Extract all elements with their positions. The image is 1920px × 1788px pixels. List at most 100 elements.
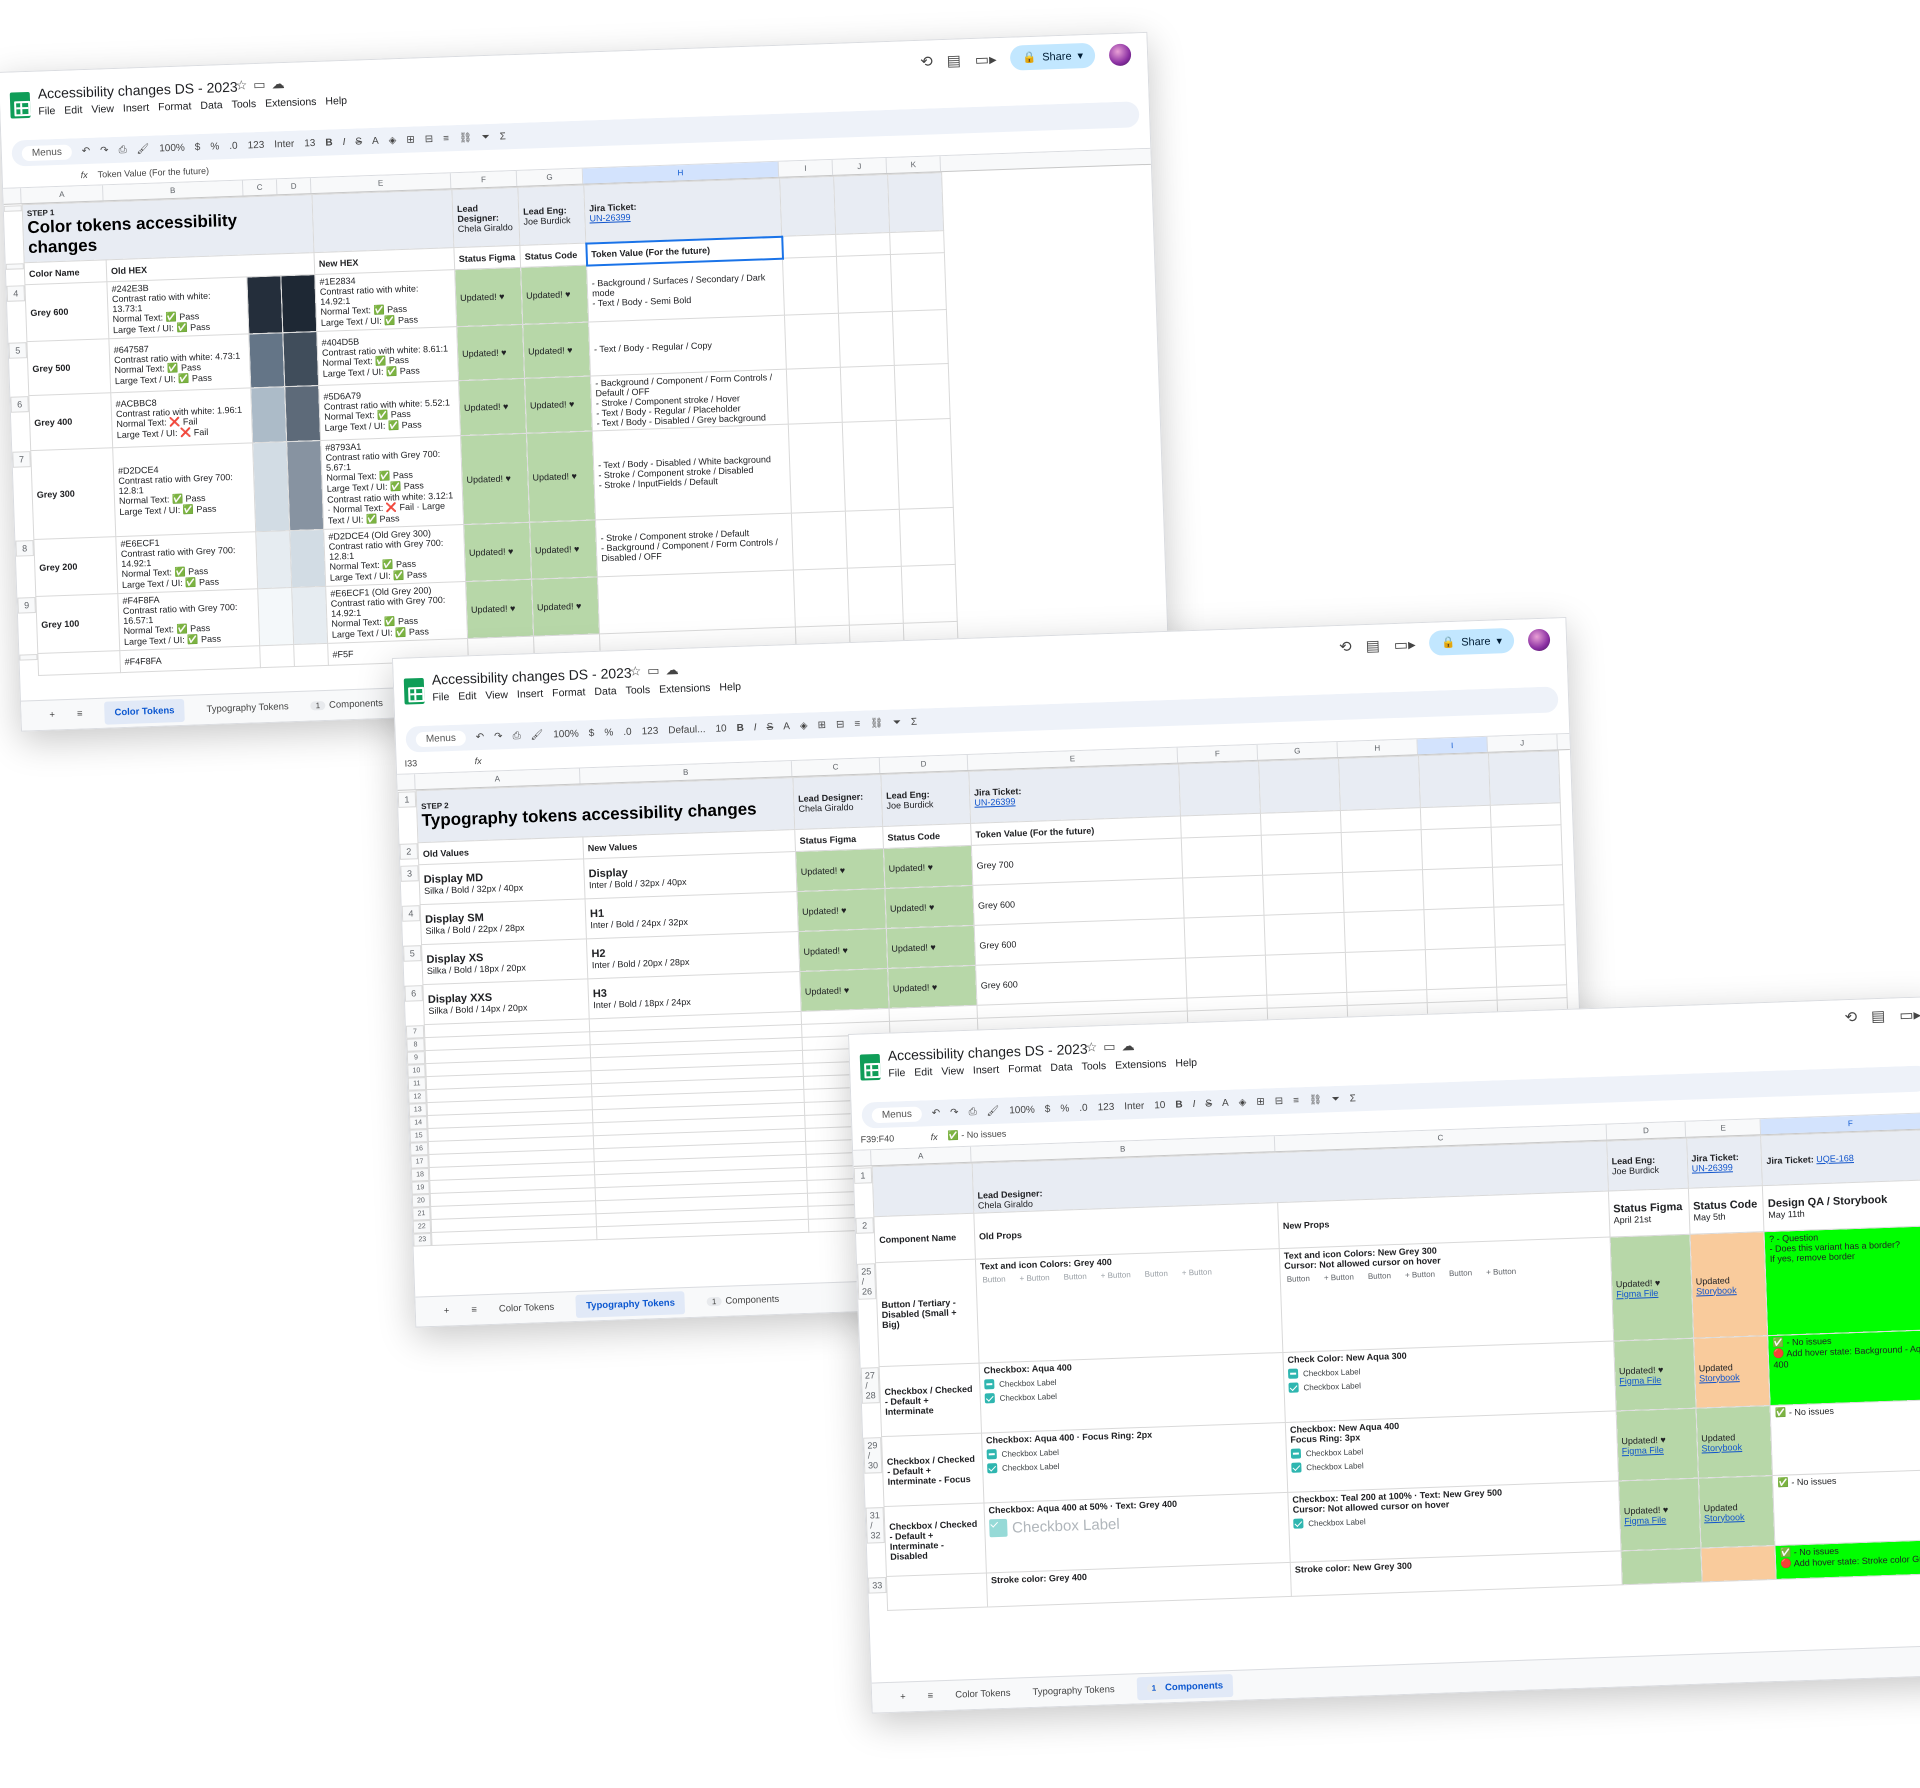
menu-view[interactable]: View <box>485 689 508 702</box>
row-number[interactable]: 17 <box>410 1154 429 1169</box>
column-header-c[interactable]: C <box>791 758 881 777</box>
status-figma-cell[interactable]: Updated! ♥ <box>799 968 890 1012</box>
figma-file-link[interactable]: Figma File <box>1624 1513 1695 1525</box>
percent-button[interactable]: % <box>1060 1103 1069 1114</box>
cell-i2[interactable] <box>781 234 837 259</box>
italic-icon[interactable]: I <box>1192 1098 1195 1109</box>
all-sheets-icon[interactable]: ≡ <box>928 1690 934 1701</box>
menu-format[interactable]: Format <box>1008 1062 1042 1075</box>
empty-cell[interactable] <box>1341 829 1423 873</box>
column-header-f[interactable]: F <box>450 170 518 189</box>
old-value-cell[interactable]: Display XS Silka / Bold / 18px / 20px <box>421 938 588 985</box>
corner-cell[interactable] <box>853 1150 872 1166</box>
cell-i1[interactable] <box>779 176 836 237</box>
column-header-h[interactable]: H <box>1337 739 1418 758</box>
zoom-select[interactable]: 100% <box>553 728 579 740</box>
status-code-cell[interactable]: Updated! ♥ <box>522 322 591 379</box>
avatar[interactable] <box>1108 42 1132 66</box>
storybook-link[interactable]: Storybook <box>1696 1284 1762 1296</box>
status-code-cell[interactable]: Updated! ♥ <box>526 430 596 523</box>
font-size-input[interactable]: 10 <box>715 723 727 734</box>
empty-cell[interactable] <box>788 422 846 514</box>
menu-file[interactable]: File <box>432 691 449 704</box>
status-code-cell[interactable]: Updated! ♥ <box>884 885 975 929</box>
italic-icon[interactable]: I <box>342 136 345 147</box>
new-color-swatch[interactable] <box>291 586 328 645</box>
empty-cell[interactable] <box>786 367 843 425</box>
column-header-d[interactable]: D <box>879 754 969 774</box>
column-header-g[interactable]: G <box>516 168 584 186</box>
cell-f2[interactable] <box>1180 813 1262 839</box>
empty-cell[interactable] <box>845 509 902 569</box>
design-qa-cell[interactable]: ✅ - No issues 🔴 Add hover state: Backgrou… <box>1768 1329 1920 1406</box>
undo-icon[interactable]: ↶ <box>82 145 91 156</box>
percent-button[interactable]: % <box>604 727 613 738</box>
menu-tools[interactable]: Tools <box>1081 1060 1106 1073</box>
zoom-select[interactable]: 100% <box>1009 1104 1035 1116</box>
old-hex-cell[interactable]: #242E3B Contrast ratio with white: 13.73:… <box>106 276 249 339</box>
token-value-cell[interactable]: - Text / Body - Disabled / White backgro… <box>592 424 792 520</box>
row-number[interactable]: 22 <box>412 1219 432 1234</box>
new-props-cell[interactable]: Checkbox: New Aqua 400 Focus Ring: 3px Che… <box>1285 1410 1619 1493</box>
cell-e1[interactable] <box>311 189 454 253</box>
document-title[interactable]: Accessibility changes DS - 2023 <box>37 79 237 102</box>
history-icon[interactable]: ⟲ <box>920 52 933 70</box>
status-figma-cell[interactable]: Updated! ♥ Figma File <box>1613 1338 1696 1411</box>
font-select[interactable]: Defaul... <box>668 724 706 736</box>
component-name-cell[interactable]: Button / Tertiary - Disabled (Small + Bi… <box>875 1259 979 1367</box>
design-qa-cell[interactable]: ? - Question - Does this variant has a bo… <box>1764 1225 1920 1336</box>
menu-data[interactable]: Data <box>200 99 223 112</box>
menu-file[interactable]: File <box>38 105 55 118</box>
new-props-cell[interactable]: Check Color: New Aqua 300 Checkbox Label C… <box>1282 1340 1616 1423</box>
cell-g2[interactable] <box>1260 810 1342 836</box>
star-icon[interactable]: ☆ <box>235 77 253 93</box>
row-number[interactable]: 2 <box>855 1216 874 1234</box>
row-number[interactable] <box>3 204 22 212</box>
cell-i1[interactable] <box>1418 753 1491 808</box>
old-color-swatch[interactable] <box>246 275 283 334</box>
header-color-name[interactable]: Color Name <box>24 259 107 285</box>
text-color-icon[interactable]: A <box>1222 1097 1229 1108</box>
menu-file[interactable]: File <box>888 1067 905 1080</box>
color-name-cell[interactable]: Grey 200 <box>33 536 118 597</box>
bold-icon[interactable]: B <box>1175 1099 1183 1110</box>
empty-cell[interactable] <box>1345 949 1427 993</box>
design-qa-cell[interactable]: ✅ - No issues <box>1770 1399 1920 1476</box>
row-number[interactable]: 1 <box>853 1166 873 1184</box>
row-number[interactable] <box>5 262 24 270</box>
filter-icon[interactable]: ⏷ <box>481 131 489 142</box>
print-icon[interactable]: ⎙ <box>118 144 126 155</box>
row-number[interactable]: 13 <box>408 1102 427 1117</box>
jira-qa-link[interactable]: UQE-168 <box>1816 1152 1854 1163</box>
bold-icon[interactable]: B <box>736 722 744 733</box>
status-code-cell[interactable]: Updated Storybook <box>1695 1405 1773 1479</box>
status-figma-cell[interactable]: Updated! ♥ Figma File <box>1618 1478 1701 1551</box>
jira-cell[interactable]: Jira Ticket: UN-26399 <box>583 178 782 244</box>
old-hex-cell[interactable]: #F4F8FA Contrast ratio with Grey 700: 16.… <box>117 588 260 651</box>
empty-cell[interactable] <box>1264 912 1346 956</box>
column-header-k[interactable]: K <box>886 156 942 174</box>
lead-designer-cell[interactable]: Lead Designer: Chela Giraldo <box>451 187 520 248</box>
status-code-cell[interactable]: Updated! ♥ <box>531 576 600 637</box>
menu-edit[interactable]: Edit <box>914 1066 933 1079</box>
component-name-cell[interactable]: Checkbox / Checked - Default + Intermina… <box>881 1433 984 1507</box>
row-number[interactable]: 29 / 30 <box>863 1436 883 1474</box>
empty-cell[interactable] <box>293 643 329 667</box>
menu-extensions[interactable]: Extensions <box>659 682 711 696</box>
empty-cell[interactable] <box>1342 869 1424 913</box>
row-number[interactable]: 19 <box>411 1180 430 1195</box>
column-header-j[interactable]: J <box>1487 734 1558 752</box>
row-number[interactable]: 31 / 32 <box>865 1506 885 1544</box>
avatar[interactable] <box>1527 628 1551 651</box>
row-number[interactable]: 6 <box>404 984 423 1002</box>
header-status-figma-cell[interactable]: Status Figma April 21st <box>1608 1188 1690 1238</box>
empty-cell[interactable] <box>1185 955 1267 998</box>
all-sheets-icon[interactable]: ≡ <box>77 708 83 719</box>
row-number[interactable]: 18 <box>410 1167 430 1182</box>
token-value-cell[interactable]: - Background / Component / Form Controls… <box>590 369 789 431</box>
column-header-j[interactable]: J <box>832 158 888 175</box>
borders-icon[interactable]: ⊞ <box>1256 1096 1265 1107</box>
redo-icon[interactable]: ↷ <box>494 731 503 742</box>
undo-icon[interactable]: ↶ <box>476 731 485 742</box>
redo-icon[interactable]: ↷ <box>100 145 109 156</box>
